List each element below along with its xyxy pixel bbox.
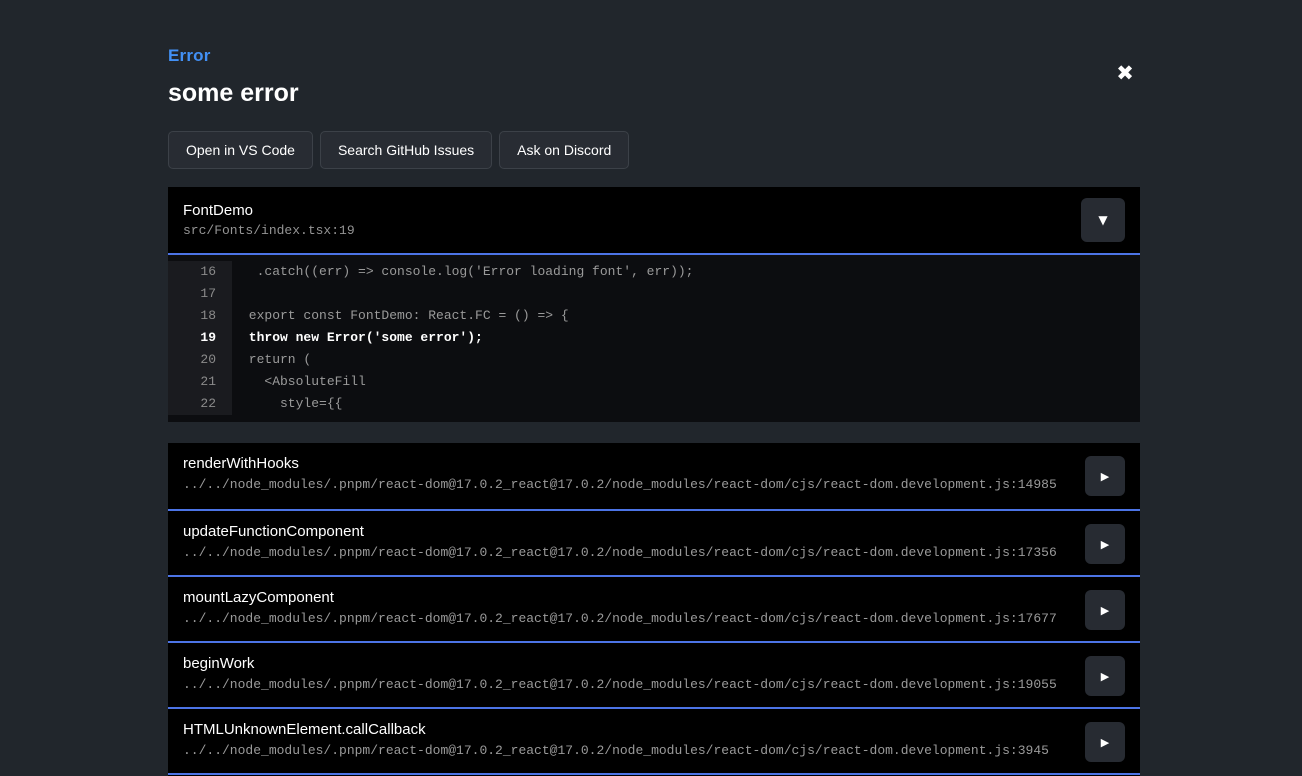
code-line: 21 <AbsoluteFill <box>168 371 1140 393</box>
component-name: FontDemo <box>183 202 355 219</box>
error-overlay: Error some error Open in VS Code Search … <box>168 0 1140 776</box>
error-type-label: Error <box>168 46 1140 66</box>
line-number: 21 <box>168 371 232 393</box>
code-frame-header: FontDemo src/Fonts/index.tsx:19 ▼ <box>168 187 1140 255</box>
code-body: 16 .catch((err) => console.log('Error lo… <box>168 255 1140 422</box>
stack-frame-path: ../../node_modules/.pnpm/react-dom@17.0.… <box>183 743 1068 758</box>
expand-stack-frame-button[interactable]: ▶ <box>1085 524 1125 564</box>
stack-frame-function: mountLazyComponent <box>183 589 1068 606</box>
line-number: 17 <box>168 283 232 305</box>
code-line: 17 <box>168 283 1140 305</box>
action-buttons-row: Open in VS Code Search GitHub Issues Ask… <box>168 131 1140 169</box>
code-line: 18 export const FontDemo: React.FC = () … <box>168 305 1140 327</box>
error-message: some error <box>168 79 1140 108</box>
expand-stack-frame-button[interactable]: ▶ <box>1085 456 1125 496</box>
code-frame-heading: FontDemo src/Fonts/index.tsx:19 <box>183 202 355 238</box>
code-line: 19 throw new Error('some error'); <box>168 327 1140 349</box>
line-number: 18 <box>168 305 232 327</box>
source-location: src/Fonts/index.tsx:19 <box>183 223 355 238</box>
stack-frame-path: ../../node_modules/.pnpm/react-dom@17.0.… <box>183 477 1068 492</box>
code-line: 20 return ( <box>168 349 1140 371</box>
play-triangle-icon: ▶ <box>1101 470 1109 483</box>
line-source <box>232 283 241 305</box>
stack-frame: updateFunctionComponent ../../node_modul… <box>168 509 1140 575</box>
expand-stack-frame-button[interactable]: ▶ <box>1085 722 1125 762</box>
stack-frame: HTMLUnknownElement.callCallback ../../no… <box>168 707 1140 773</box>
stack-frame: mountLazyComponent ../../node_modules/.p… <box>168 575 1140 641</box>
code-frame: FontDemo src/Fonts/index.tsx:19 ▼ 16 .ca… <box>168 187 1140 422</box>
line-source: <AbsoluteFill <box>232 371 366 393</box>
play-triangle-icon: ▶ <box>1101 670 1109 683</box>
stack-frame: beginWork ../../node_modules/.pnpm/react… <box>168 641 1140 707</box>
play-triangle-icon: ▶ <box>1101 736 1109 749</box>
play-triangle-icon: ▶ <box>1101 604 1109 617</box>
stack-frame: renderWithHooks ../../node_modules/.pnpm… <box>168 443 1140 509</box>
line-source: .catch((err) => console.log('Error loadi… <box>232 261 693 283</box>
stack-frame-function: HTMLUnknownElement.callCallback <box>183 721 1068 738</box>
stack-trace-list: renderWithHooks ../../node_modules/.pnpm… <box>168 443 1140 773</box>
expand-stack-frame-button[interactable]: ▶ <box>1085 590 1125 630</box>
stack-frame-path: ../../node_modules/.pnpm/react-dom@17.0.… <box>183 677 1068 692</box>
stack-frame-function: renderWithHooks <box>183 455 1068 472</box>
code-line: 16 .catch((err) => console.log('Error lo… <box>168 261 1140 283</box>
line-number: 22 <box>168 393 232 415</box>
stack-frame-path: ../../node_modules/.pnpm/react-dom@17.0.… <box>183 611 1068 626</box>
chevron-down-icon: ▼ <box>1098 213 1107 227</box>
line-number: 19 <box>168 327 232 349</box>
line-source: throw new Error('some error'); <box>232 327 483 349</box>
line-number: 20 <box>168 349 232 371</box>
collapse-code-frame-button[interactable]: ▼ <box>1081 198 1125 242</box>
line-number: 16 <box>168 261 232 283</box>
stack-frame-path: ../../node_modules/.pnpm/react-dom@17.0.… <box>183 545 1068 560</box>
line-source: style={{ <box>232 393 342 415</box>
play-triangle-icon: ▶ <box>1101 538 1109 551</box>
action-button[interactable]: Ask on Discord <box>499 131 629 169</box>
stack-frame-function: updateFunctionComponent <box>183 523 1068 540</box>
stack-frame-function: beginWork <box>183 655 1068 672</box>
expand-stack-frame-button[interactable]: ▶ <box>1085 656 1125 696</box>
action-button[interactable]: Search GitHub Issues <box>320 131 492 169</box>
line-source: export const FontDemo: React.FC = () => … <box>232 305 569 327</box>
line-source: return ( <box>232 349 311 371</box>
action-button[interactable]: Open in VS Code <box>168 131 313 169</box>
code-line: 22 style={{ <box>168 393 1140 415</box>
